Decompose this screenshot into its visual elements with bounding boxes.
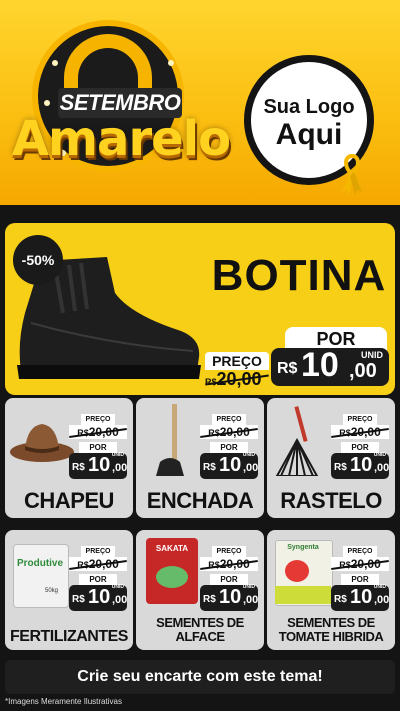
bag-body — [13, 544, 69, 608]
product-name: SEMENTES DE TOMATE HIBRIDA — [267, 616, 395, 644]
product-name: SEMENTES DE ALFACE — [136, 616, 264, 644]
price-integer: 10 — [350, 586, 373, 608]
price-decimal: ,00 — [243, 462, 259, 474]
product-card-enchada[interactable]: PREÇO R$20,00 POR UNID R$ 10 ,00 ENCHADA — [136, 398, 264, 518]
old-price: R$20,00 — [69, 557, 127, 571]
old-price: R$20,00 — [331, 557, 389, 571]
price-block: PREÇO R$20,00 POR UNID R$ 10 ,00 — [331, 414, 389, 484]
seed-packet-icon: Syngenta — [271, 536, 337, 608]
price-block: PREÇO R$20,00 POR UNID R$ 10 ,00 — [200, 414, 258, 484]
product-name-line1: SEMENTES DE — [156, 615, 244, 630]
new-price: UNID R$ 10 ,00 — [200, 584, 259, 611]
new-price: UNID R$ 10 ,00 — [69, 452, 128, 479]
old-price: R$20,00 — [200, 425, 258, 439]
unit-label: UNID — [373, 584, 386, 590]
awareness-ribbon-icon — [342, 153, 362, 195]
light-dot — [52, 60, 58, 66]
packet-brand: Syngenta — [287, 544, 319, 551]
new-price: UNID R$ 10 ,00 — [331, 452, 390, 479]
light-dot — [44, 100, 50, 106]
packet-brand: SAKATA — [155, 544, 189, 553]
price-integer: 10 — [219, 454, 242, 476]
price-decimal: ,00 — [243, 594, 259, 606]
preco-label: PREÇO — [212, 546, 246, 557]
unit-label: UNID — [242, 584, 255, 590]
new-price: UNID R$ 10 ,00 — [200, 452, 259, 479]
header-banner: SETEMBRO Amarelo Sua Logo Aqui — [0, 0, 400, 205]
preco-label: PREÇO — [343, 414, 377, 425]
price-integer: 10 — [88, 586, 111, 608]
featured-product-card[interactable]: -50% BOTINA POR PREÇO R$20,00 UNID R$ 10… — [5, 223, 395, 395]
currency: R$ — [203, 594, 216, 605]
currency: R$ — [203, 462, 216, 473]
fertilizer-bag-icon: Produtive 50kg — [9, 536, 75, 608]
product-name-line2: TOMATE HIBRIDA — [278, 629, 384, 644]
old-price: R$20,00 — [200, 557, 258, 571]
unit-label: UNID — [111, 452, 124, 458]
featured-price-block: PREÇO R$20,00 UNID R$ 10 ,00 — [201, 346, 391, 389]
currency: R$ — [72, 594, 85, 605]
price-decimal: ,00 — [112, 594, 128, 606]
currency: R$ — [334, 594, 347, 605]
logo-text-line2: Aqui — [275, 118, 343, 151]
price-integer: 10 — [350, 454, 373, 476]
preco-label: PREÇO — [205, 352, 269, 370]
price-block: PREÇO R$20,00 POR UNID R$ 10 ,00 — [69, 414, 127, 484]
price-decimal: ,00 — [374, 594, 390, 606]
price-decimal: ,00 — [112, 462, 128, 474]
new-price: UNID R$ 10 ,00 — [69, 584, 128, 611]
product-name-line1: SEMENTES DE — [287, 615, 375, 630]
currency: R$ — [334, 462, 347, 473]
product-card-chapeu[interactable]: PREÇO R$20,00 POR UNID R$ 10 ,00 CHAPEU — [5, 398, 133, 518]
new-price-currency: R$ — [277, 360, 298, 377]
unit-label: UNID — [111, 584, 124, 590]
preco-label: PREÇO — [212, 414, 246, 425]
bag-brand: Produtive — [16, 558, 64, 569]
create-flyer-button[interactable]: Crie seu encarte com este tema! — [5, 660, 395, 694]
preco-label: PREÇO — [81, 546, 115, 557]
product-name: CHAPEU — [24, 488, 114, 513]
new-price: UNID R$ 10 ,00 — [271, 346, 389, 386]
price-integer: 10 — [219, 586, 242, 608]
product-name: RASTELO — [280, 488, 382, 513]
product-card-sementes-tomate[interactable]: Syngenta PREÇO R$20,00 POR UNID R$ 10 ,0… — [267, 530, 395, 650]
new-price-integer: 10 — [301, 346, 339, 384]
lettuce-image — [156, 566, 188, 588]
product-card-fertilizantes[interactable]: Produtive 50kg PREÇO R$20,00 POR UNID R$… — [5, 530, 133, 650]
tomato-image — [285, 560, 309, 582]
price-block: PREÇO R$20,00 POR UNID R$ 10 ,00 — [200, 546, 258, 616]
hoe-icon — [156, 404, 184, 476]
hat-icon — [10, 424, 74, 462]
bag-weight: 50kg — [45, 588, 59, 594]
campaign-title-main: Amarelo — [11, 111, 231, 167]
packet-band — [275, 586, 331, 604]
product-name: ENCHADA — [146, 488, 254, 513]
preco-label: PREÇO — [81, 414, 115, 425]
product-name-line2: ALFACE — [175, 629, 226, 644]
old-price: R$20,00 — [331, 425, 389, 439]
price-block: PREÇO R$20,00 POR UNID R$ 10 ,00 — [69, 546, 127, 616]
discount-badge: -50% — [13, 235, 63, 285]
currency: R$ — [72, 462, 85, 473]
footnote: *Imagens Meramente Ilustrativas — [5, 697, 122, 706]
new-price-decimal: ,00 — [349, 360, 377, 382]
old-price: R$20,00 — [205, 369, 269, 389]
logo-text-line1: Sua Logo — [263, 96, 355, 118]
price-decimal: ,00 — [374, 462, 390, 474]
product-card-sementes-alface[interactable]: SAKATA PREÇO R$20,00 POR UNID R$ 10 ,00 … — [136, 530, 264, 650]
rake-icon — [275, 406, 319, 476]
product-card-rastelo[interactable]: PREÇO R$20,00 POR UNID R$ 10 ,00 RASTELO — [267, 398, 395, 518]
preco-label: PREÇO — [343, 546, 377, 557]
price-block: PREÇO R$20,00 POR UNID R$ 10 ,00 — [331, 546, 389, 616]
light-dot — [168, 60, 174, 66]
new-price: UNID R$ 10 ,00 — [331, 584, 390, 611]
price-integer: 10 — [88, 454, 111, 476]
product-name: FERTILIZANTES — [10, 628, 128, 645]
featured-product-name: BOTINA — [211, 251, 387, 300]
seed-packet-icon: SAKATA — [140, 536, 206, 608]
old-price: R$20,00 — [69, 425, 127, 439]
unit-label: UNID — [373, 452, 386, 458]
unit-label: UNID — [361, 350, 383, 360]
unit-label: UNID — [242, 452, 255, 458]
